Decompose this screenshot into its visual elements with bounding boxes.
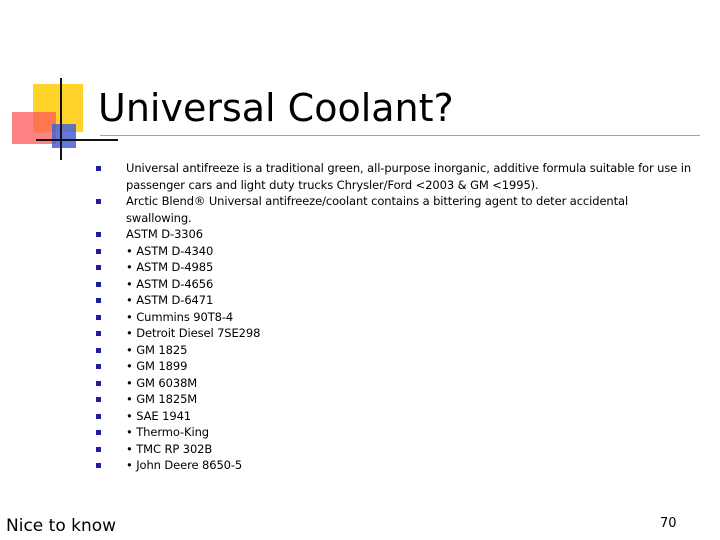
bullet-item: Universal antifreeze is a traditional gr…: [96, 160, 696, 193]
bullet-text: • ASTM D-6471: [126, 293, 214, 307]
bullet-text: • Cummins 90T8-4: [126, 309, 234, 324]
square-bullet-icon: [96, 463, 101, 468]
bullet-item: • GM 1899: [96, 358, 696, 375]
bullet-text: • TMC RP 302B: [126, 441, 213, 456]
bullet-text: • SAE 1941: [126, 408, 192, 423]
square-bullet-icon: [96, 430, 101, 435]
bullet-text: Arctic Blend® Universal antifreeze/coola…: [126, 194, 629, 225]
bullet-item: Arctic Blend® Universal antifreeze/coola…: [96, 193, 696, 226]
square-bullet-icon: [96, 248, 101, 254]
bullet-text: • ASTM D-4985: [126, 260, 214, 274]
square-bullet-icon: [96, 347, 101, 353]
bullet-text: • GM 1899: [126, 359, 188, 373]
square-bullet-icon: [96, 166, 101, 171]
logo-blue-square: [52, 124, 76, 148]
bullet-item: • GM 1825: [96, 342, 696, 359]
square-bullet-icon: [96, 281, 101, 287]
square-bullet-icon: [96, 397, 101, 402]
bullet-item: • Thermo-King: [96, 424, 696, 441]
page-number: 70: [660, 516, 677, 531]
square-bullet-icon: [96, 413, 101, 419]
bullet-item: • ASTM D-4985: [96, 259, 696, 276]
bullet-item: • GM 1825M: [96, 391, 696, 408]
slide-title: Universal Coolant?: [98, 86, 454, 130]
bullet-text: • GM 6038M: [126, 375, 198, 390]
bullet-item: • John Deere 8650-5: [96, 457, 696, 474]
logo-horizontal-line: [36, 139, 118, 141]
square-bullet-icon: [96, 331, 101, 336]
bullet-item: • TMC RP 302B: [96, 441, 696, 458]
bullet-text: • ASTM D-4656: [126, 276, 214, 291]
title-underline: [100, 135, 700, 136]
square-bullet-icon: [96, 364, 101, 369]
square-bullet-icon: [96, 380, 101, 386]
square-bullet-icon: [96, 298, 101, 303]
bullet-item: • ASTM D-6471: [96, 292, 696, 309]
square-bullet-icon: [96, 199, 101, 204]
square-bullet-icon: [96, 446, 101, 452]
bullet-text: Universal antifreeze is a traditional gr…: [126, 161, 692, 192]
bullet-text: • ASTM D-4340: [126, 243, 214, 258]
bullet-item: • GM 6038M: [96, 375, 696, 392]
slide-canvas: Universal Coolant? Universal antifreeze …: [0, 0, 720, 540]
bullet-text: • GM 1825M: [126, 392, 198, 406]
bullet-item: • Detroit Diesel 7SE298: [96, 325, 696, 342]
bullet-text: • Detroit Diesel 7SE298: [126, 326, 261, 340]
bullet-item: • ASTM D-4656: [96, 276, 696, 293]
bullet-item: • SAE 1941: [96, 408, 696, 425]
bullet-item: • Cummins 90T8-4: [96, 309, 696, 326]
bullet-text: • Thermo-King: [126, 425, 209, 439]
logo-vertical-line: [60, 78, 62, 160]
bullet-item: ASTM D-3306: [96, 226, 696, 243]
square-bullet-icon: [96, 232, 101, 237]
bullet-item: • ASTM D-4340: [96, 243, 696, 260]
bullet-list: Universal antifreeze is a traditional gr…: [96, 160, 696, 474]
bullet-text: ASTM D-3306: [126, 227, 203, 241]
footer-note: Nice to know: [6, 516, 117, 536]
square-bullet-icon: [96, 314, 101, 320]
square-bullet-icon: [96, 265, 101, 270]
bullet-text: • John Deere 8650-5: [126, 458, 243, 472]
bullet-text: • GM 1825: [126, 342, 188, 357]
